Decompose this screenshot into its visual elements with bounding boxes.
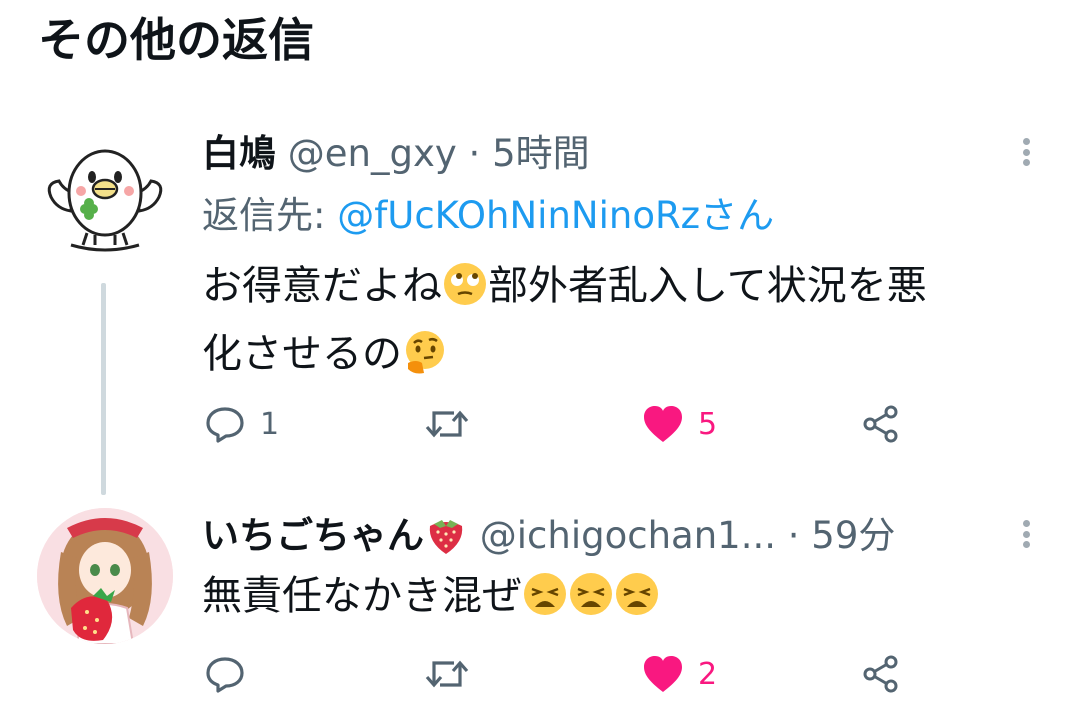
like-button[interactable]: 2	[642, 644, 717, 704]
reply-count: 1	[260, 406, 280, 442]
tweet-actions: 1 5	[0, 394, 1074, 454]
dot-icon	[1022, 138, 1030, 145]
like-button[interactable]: 5	[642, 394, 717, 454]
reply-icon	[206, 407, 244, 443]
mention-link[interactable]: @fUcKOhNinNinoRzさん	[337, 194, 774, 237]
tweet-2[interactable]: いちごちゃん @ichigochan1... · 59分 無責任なかき混ぜ 2	[0, 480, 1074, 719]
share-icon	[863, 655, 898, 693]
retweet-button[interactable]	[424, 394, 470, 454]
replying-to: 返信先: @fUcKOhNinNinoRzさん	[202, 192, 774, 240]
dot-icon	[1022, 159, 1030, 166]
dot-icon	[1022, 520, 1030, 527]
display-name[interactable]: いちごちゃん	[202, 514, 424, 557]
tweet-text-part: 化させるの	[202, 331, 402, 377]
retweet-icon	[425, 410, 469, 438]
like-count: 5	[698, 406, 718, 442]
weary-face-emoji-icon	[522, 571, 568, 634]
share-button[interactable]	[860, 644, 902, 704]
separator-dot: ·	[787, 514, 800, 557]
reply-icon	[206, 657, 244, 693]
dot-icon	[1022, 148, 1030, 156]
girl-avatar-image	[37, 508, 173, 644]
thinking-face-emoji-icon	[402, 329, 448, 392]
timestamp[interactable]: 59分	[811, 514, 895, 557]
dot-icon	[1022, 541, 1030, 548]
tweet-text-part: 部外者乱入して状況を悪	[488, 263, 927, 309]
tweet-header: いちごちゃん @ichigochan1... · 59分	[202, 512, 895, 568]
weary-face-emoji-icon	[614, 571, 660, 634]
avatar[interactable]	[37, 127, 173, 263]
share-button[interactable]	[860, 394, 902, 454]
dot-icon	[1022, 530, 1030, 538]
avatar[interactable]	[37, 508, 173, 644]
tweet-text: お得意だよね 部外者乱入して状況を悪 化させるの	[202, 256, 1022, 392]
separator-dot: ·	[468, 132, 481, 175]
tweet-1[interactable]: 白鳩 @en_gxy · 5時間 返信先: @fUcKOhNinNinoRzさん…	[0, 0, 1074, 495]
tweet-text-part: お得意だよね	[202, 263, 442, 309]
replying-to-label: 返信先:	[202, 194, 338, 237]
retweet-icon	[425, 660, 469, 688]
like-count: 2	[698, 656, 718, 692]
thread-line	[101, 283, 106, 495]
more-options-button[interactable]	[1010, 132, 1042, 172]
tweet-text-part: 無責任なかき混ぜ	[202, 573, 522, 619]
strawberry-emoji-icon	[424, 512, 468, 568]
more-options-button[interactable]	[1010, 514, 1042, 554]
reply-button[interactable]: 1	[204, 394, 279, 454]
heart-icon	[644, 406, 682, 442]
user-handle[interactable]: @ichigochan1...	[480, 514, 776, 557]
dove-avatar-image	[37, 127, 173, 263]
rolling-eyes-emoji-icon	[442, 261, 488, 324]
share-icon	[863, 405, 898, 443]
display-name[interactable]: 白鳩	[202, 132, 276, 175]
reply-button[interactable]	[204, 644, 260, 704]
heart-icon	[644, 656, 682, 692]
timestamp[interactable]: 5時間	[492, 132, 590, 175]
tweet-actions: 2	[0, 644, 1074, 704]
tweet-text: 無責任なかき混ぜ	[202, 566, 1022, 634]
retweet-button[interactable]	[424, 644, 470, 704]
weary-face-emoji-icon	[568, 571, 614, 634]
tweet-header: 白鳩 @en_gxy · 5時間	[202, 130, 590, 178]
user-handle[interactable]: @en_gxy	[288, 132, 457, 175]
